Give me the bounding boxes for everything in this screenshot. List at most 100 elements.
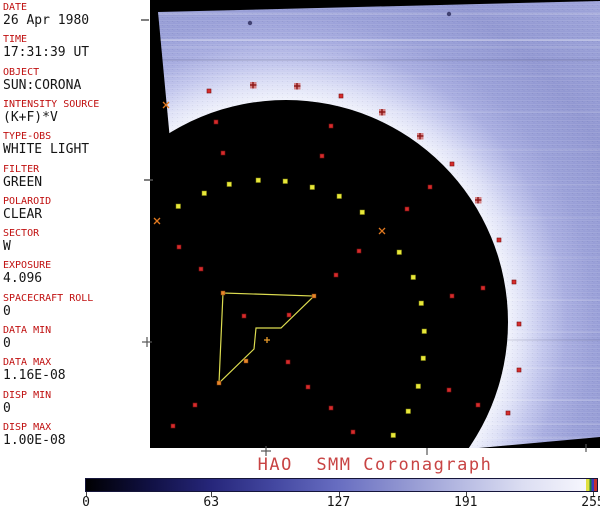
orange-marker (243, 358, 249, 364)
red-marker (449, 161, 455, 167)
yellow-marker (390, 432, 396, 438)
field-label: DATA MIN (3, 325, 52, 336)
colorbar-tick-label: 127 (326, 495, 351, 510)
metadata-field-data-max: DATA MAX 1.16E-08 (3, 357, 149, 383)
coronagraph-viewer-window: { "panel": { "label_color": "#c01010", "… (0, 0, 600, 512)
red-marker (446, 387, 452, 393)
field-label: SECTOR (3, 228, 40, 240)
field-label: OBJECT (3, 66, 40, 78)
red-plus-marker (250, 82, 257, 89)
red-marker (356, 248, 362, 254)
red-marker (511, 279, 517, 285)
image-title: HAO SMM Coronagraph (257, 455, 493, 475)
yellow-marker (226, 181, 232, 187)
field-label: INTENSITY SOURCE (3, 98, 100, 110)
field-value: 0 (3, 336, 11, 351)
field-value: 26 Apr 1980 (3, 13, 90, 28)
yellow-marker (309, 184, 315, 190)
red-marker (198, 266, 204, 272)
red-marker (496, 237, 502, 243)
metadata-field-intensity-source: INTENSITY SOURCE (K+F)*V (3, 99, 149, 125)
field-value: SUN:CORONA (3, 77, 82, 93)
field-value: 0 (3, 400, 11, 416)
field-label: FILTER (3, 163, 40, 175)
yellow-marker (420, 355, 426, 361)
image-frame (150, 0, 600, 448)
red-marker (333, 272, 339, 278)
field-label: DISP MIN (3, 389, 52, 401)
field-value: GREEN (3, 174, 43, 190)
coronagraph-image (141, 0, 600, 456)
metadata-field-date: DATE 26 Apr 1980 (3, 2, 149, 28)
metadata-field-type-obs: TYPE-OBS WHITE LIGHT (3, 131, 149, 157)
colorbar-tick-label: 191 (454, 495, 478, 510)
red-marker (192, 402, 198, 408)
field-label: SPACECRAFT ROLL (3, 292, 94, 304)
field-value: 1.00E-08 (3, 432, 66, 448)
metadata-field-time: TIME 17:31:39 UT (3, 34, 149, 60)
yellow-marker (410, 274, 416, 280)
colorbar-tick-label: 255 (581, 495, 600, 510)
red-marker (404, 206, 410, 212)
metadata-field-data-min: DATA MIN 0 (3, 325, 149, 351)
metadata-field-sector: SECTOR W (3, 228, 149, 254)
metadata-field-exposure: EXPOSURE 4.096 (3, 260, 149, 286)
field-value: 0 (3, 303, 11, 319)
field-label: TYPE-OBS (3, 131, 52, 143)
field-value: W (3, 239, 11, 255)
red-marker (220, 150, 226, 156)
red-marker (516, 321, 522, 327)
field-value: 17:31:39 UT (3, 45, 90, 61)
field-label: TIME (3, 34, 28, 46)
red-plus-marker (417, 133, 424, 140)
dark-spot (446, 11, 452, 17)
metadata-field-disp-max: DISP MAX 1.00E-08 (3, 422, 149, 448)
red-marker (285, 359, 291, 365)
dark-spot (247, 20, 253, 26)
red-marker (328, 123, 334, 129)
red-marker (319, 153, 325, 159)
red-marker (170, 423, 176, 429)
yellow-marker (396, 249, 402, 255)
red-marker (286, 312, 292, 318)
colorbar-tick-label: 63 (203, 495, 220, 510)
colorbar (85, 478, 598, 492)
field-label: DATA MAX (3, 357, 52, 369)
red-marker (350, 429, 356, 435)
red-plus-marker (294, 83, 301, 90)
yellow-marker (175, 203, 181, 209)
red-marker (480, 285, 486, 291)
red-marker (206, 88, 212, 94)
yellow-marker (282, 178, 288, 184)
yellow-marker (405, 408, 411, 414)
metadata-field-object: OBJECT SUN:CORONA (3, 67, 149, 93)
field-label: EXPOSURE (3, 260, 52, 272)
metadata-field-spacecraft-roll: SPACECRAFT ROLL 0 (3, 293, 149, 319)
yellow-marker (201, 190, 207, 196)
yellow-marker (359, 209, 365, 215)
field-label: DISP MAX (3, 421, 52, 433)
yellow-marker (421, 328, 427, 334)
red-marker (176, 244, 182, 250)
red-plus-marker (475, 197, 482, 204)
metadata-field-polaroid: POLAROID CLEAR (3, 196, 149, 222)
yellow-marker (418, 300, 424, 306)
red-marker (328, 405, 334, 411)
yellow-marker (415, 383, 421, 389)
red-marker (305, 384, 311, 390)
red-marker (241, 313, 247, 319)
yellow-marker (336, 193, 342, 199)
metadata-field-disp-min: DISP MIN 0 (3, 390, 149, 416)
field-value: (K+F)*V (3, 109, 58, 125)
red-marker (475, 402, 481, 408)
field-value: 1.16E-08 (3, 368, 66, 384)
red-marker (213, 119, 219, 125)
field-value: 4.096 (3, 271, 43, 287)
field-value: CLEAR (3, 206, 43, 222)
red-marker (338, 93, 344, 99)
orange-marker (216, 380, 222, 386)
colorbar-tick-label: 0 (82, 495, 90, 510)
field-label: POLAROID (3, 195, 52, 207)
field-value: WHITE LIGHT (3, 142, 90, 158)
red-marker (427, 184, 433, 190)
